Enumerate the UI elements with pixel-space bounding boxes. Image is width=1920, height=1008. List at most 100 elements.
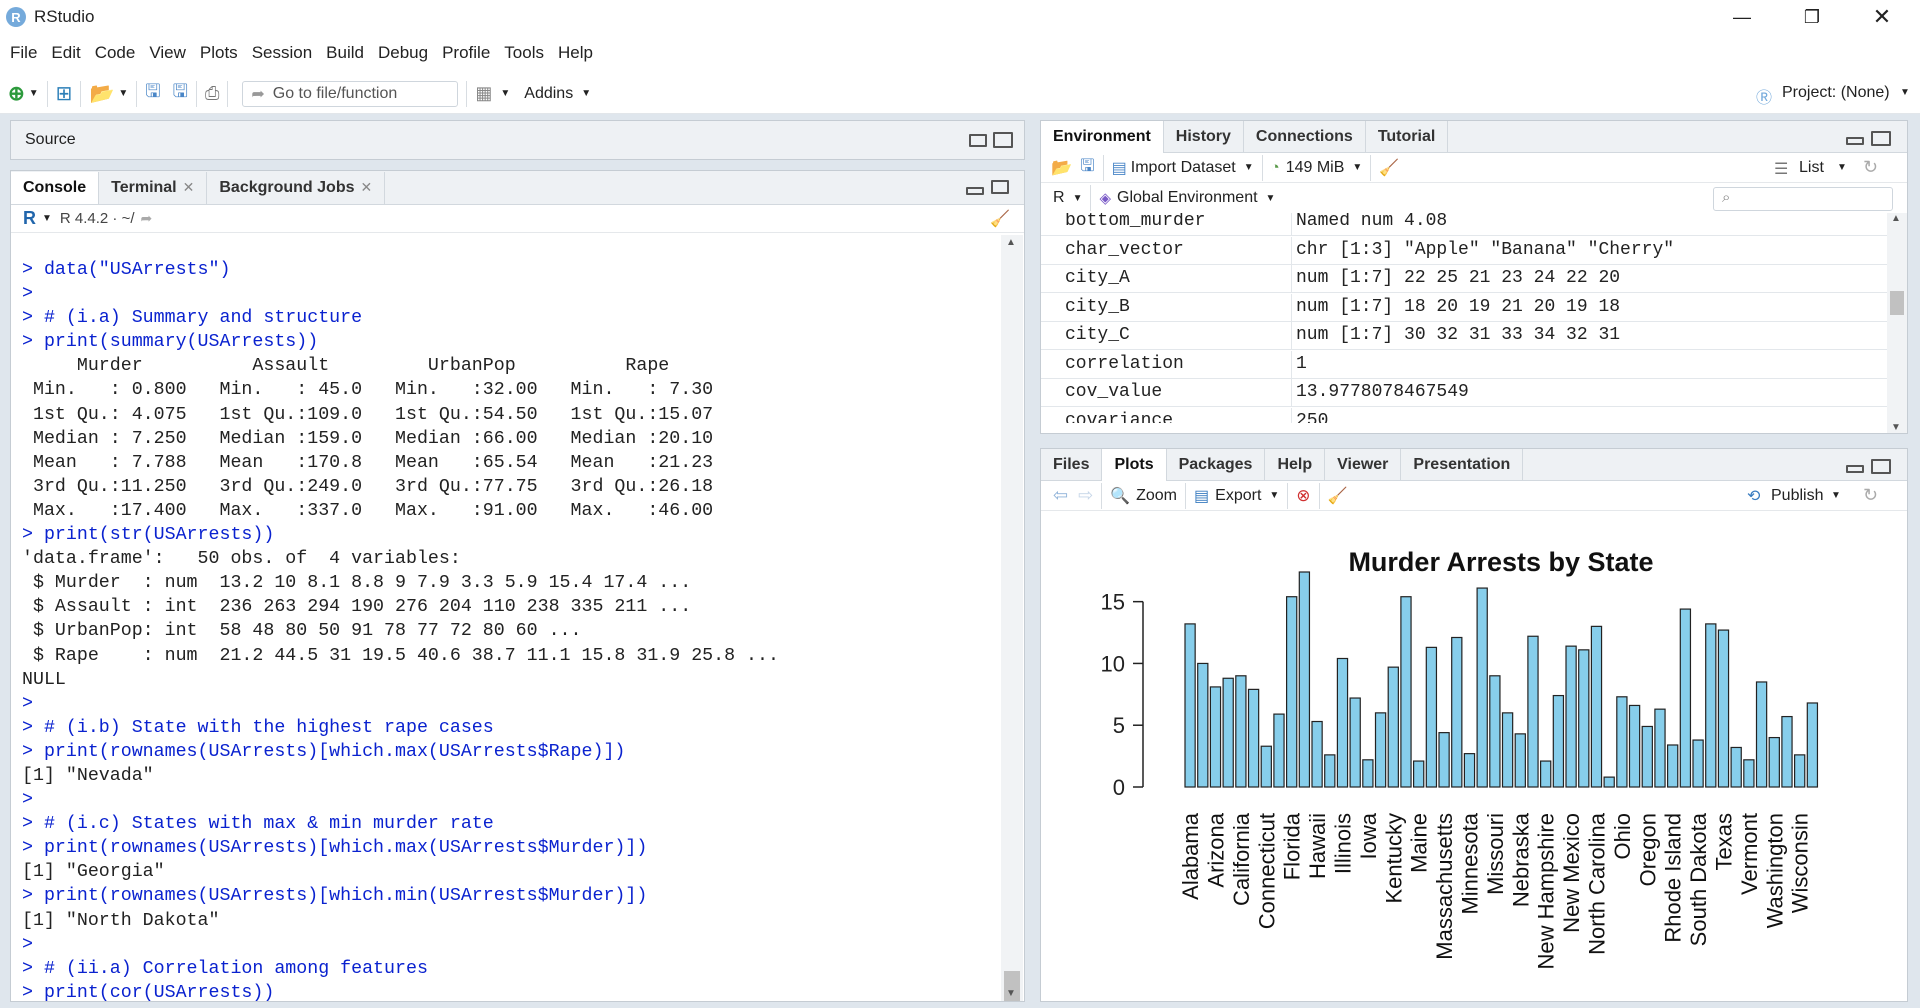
load-workspace-icon[interactable]: 📂 xyxy=(1051,158,1072,178)
export-button[interactable]: Export xyxy=(1215,487,1261,505)
goto-file-input[interactable]: ➦ Go to file/function xyxy=(242,80,459,107)
env-row[interactable]: city_A num [1:7] 22 25 21 23 24 22 20 xyxy=(1041,265,1887,293)
bar-wyoming xyxy=(1806,702,1819,788)
tab-background-jobs[interactable]: Background Jobs ✕ xyxy=(207,171,386,204)
tab-files[interactable]: Files xyxy=(1041,448,1103,481)
chevron-down-icon[interactable]: ▼ xyxy=(118,82,128,106)
menu-view[interactable]: View xyxy=(149,43,186,63)
import-dataset-button[interactable]: Import Dataset xyxy=(1131,159,1236,177)
tab-history[interactable]: History xyxy=(1164,120,1244,153)
chevron-down-icon[interactable]: ▼ xyxy=(1244,162,1254,173)
project-menu[interactable]: Project: (None) xyxy=(1782,84,1890,102)
tab-terminal[interactable]: Terminal ✕ xyxy=(99,171,208,204)
bar-virginia xyxy=(1755,681,1768,788)
chevron-down-icon[interactable]: ▼ xyxy=(1831,490,1841,501)
bar-maryland xyxy=(1425,646,1438,788)
broom-icon[interactable]: 🧹 xyxy=(1379,158,1399,178)
minimize-pane-icon[interactable] xyxy=(1846,465,1864,473)
close-tab-icon[interactable]: ✕ xyxy=(183,179,195,196)
env-row[interactable]: cov_value 13.9778078467549 xyxy=(1041,379,1887,407)
chevron-down-icon[interactable]: ▼ xyxy=(29,82,39,106)
console-line: > xyxy=(22,693,33,714)
minimize-pane-icon[interactable] xyxy=(1846,137,1864,145)
chevron-down-icon[interactable]: ▼ xyxy=(1837,162,1847,173)
publish-button[interactable]: Publish xyxy=(1771,487,1823,505)
refresh-icon[interactable]: ↻ xyxy=(1863,485,1878,506)
env-row[interactable]: bottom_murder Named num 4.08 xyxy=(1041,213,1887,236)
maximize-pane-icon[interactable] xyxy=(1871,131,1891,146)
view-mode-select[interactable]: List xyxy=(1799,159,1824,177)
tab-packages[interactable]: Packages xyxy=(1167,448,1266,481)
save-workspace-icon[interactable]: 🖫 xyxy=(1080,153,1094,182)
env-row[interactable]: correlation 1 xyxy=(1041,350,1887,379)
save-all-icon[interactable]: 🖫 xyxy=(173,81,188,106)
chevron-down-icon[interactable]: ▼ xyxy=(1266,193,1276,204)
tab-connections[interactable]: Connections xyxy=(1244,120,1366,153)
goto-dir-icon[interactable]: ➦ xyxy=(141,210,153,227)
chevron-down-icon[interactable]: ▼ xyxy=(42,213,52,224)
env-row[interactable]: char_vector chr [1:3] "Apple" "Banana" "C… xyxy=(1041,236,1887,265)
minimize-icon[interactable]: — xyxy=(1713,0,1771,34)
restore-pane-icon[interactable] xyxy=(991,180,1009,194)
save-icon[interactable]: 🖫 xyxy=(145,81,160,106)
chevron-down-icon[interactable]: ▼ xyxy=(1352,162,1362,173)
maximize-icon[interactable]: ❐ xyxy=(1783,0,1841,34)
tab-viewer[interactable]: Viewer xyxy=(1325,448,1402,481)
refresh-icon[interactable]: ↻ xyxy=(1863,157,1878,178)
broom-icon[interactable]: 🧹 xyxy=(990,209,1010,229)
broom-icon[interactable]: 🧹 xyxy=(1328,486,1348,506)
menu-plots[interactable]: Plots xyxy=(200,43,238,63)
menu-file[interactable]: File xyxy=(10,43,37,63)
forward-arrow-icon[interactable]: ⇨ xyxy=(1078,485,1093,506)
menu-debug[interactable]: Debug xyxy=(378,43,428,63)
console-line: Min. : 0.800 Min. : 45.0 Min. :32.00 Min… xyxy=(22,380,736,401)
close-tab-icon[interactable]: ✕ xyxy=(361,179,373,196)
tab-tutorial[interactable]: Tutorial xyxy=(1366,120,1449,153)
console-line: > xyxy=(22,284,33,305)
language-select[interactable]: R xyxy=(1053,189,1065,207)
tab-console[interactable]: Console xyxy=(11,171,100,204)
env-row[interactable]: city_B num [1:7] 18 20 19 21 20 19 18 xyxy=(1041,293,1887,322)
print-icon[interactable]: ⎙ xyxy=(205,82,219,106)
chevron-down-icon[interactable]: ▼ xyxy=(1269,490,1279,501)
new-file-icon[interactable]: ⊕ xyxy=(8,82,25,106)
zoom-button[interactable]: Zoom xyxy=(1136,487,1177,505)
grid-layout-icon[interactable]: ▦ xyxy=(475,82,492,106)
addins-menu[interactable]: Addins xyxy=(524,85,573,103)
back-arrow-icon[interactable]: ⇦ xyxy=(1053,485,1068,506)
tab-presentation[interactable]: Presentation xyxy=(1401,448,1524,481)
menu-session[interactable]: Session xyxy=(252,43,312,63)
minimize-pane-icon[interactable] xyxy=(966,187,984,195)
x-tick-label: New Hampshire xyxy=(1534,813,1559,970)
maximize-pane-icon[interactable] xyxy=(1871,459,1891,474)
chevron-down-icon[interactable]: ▼ xyxy=(581,82,591,106)
open-folder-icon[interactable]: 📂 xyxy=(89,82,114,106)
tab-environment[interactable]: Environment xyxy=(1041,120,1164,153)
scroll-thumb[interactable] xyxy=(1890,291,1904,315)
remove-plot-icon[interactable]: ⊗ xyxy=(1296,486,1310,506)
tab-help[interactable]: Help xyxy=(1265,448,1326,481)
env-row[interactable]: covariance 250 xyxy=(1041,407,1887,423)
menu-help[interactable]: Help xyxy=(558,43,593,63)
restore-icon[interactable] xyxy=(969,134,987,147)
new-project-icon[interactable]: ⊞ xyxy=(56,82,73,106)
scope-select[interactable]: Global Environment xyxy=(1117,189,1258,207)
menu-code[interactable]: Code xyxy=(95,43,136,63)
env-row[interactable]: city_C num [1:7] 30 32 31 33 34 32 31 xyxy=(1041,322,1887,350)
maximize-pane-icon[interactable] xyxy=(993,132,1013,148)
tab-plots[interactable]: Plots xyxy=(1102,448,1167,481)
menu-tools[interactable]: Tools xyxy=(504,43,544,63)
chevron-down-icon[interactable]: ▼ xyxy=(500,82,510,106)
console-line: > # (i.b) State with the highest rape ca… xyxy=(22,717,494,738)
environment-search-input[interactable]: ⌕ xyxy=(1713,187,1893,211)
menu-build[interactable]: Build xyxy=(326,43,364,63)
close-icon[interactable]: ✕ xyxy=(1853,0,1911,34)
menu-profile[interactable]: Profile xyxy=(442,43,490,63)
x-tick-label: Wisconsin xyxy=(1788,813,1813,913)
chevron-down-icon[interactable]: ▼ xyxy=(1073,193,1083,204)
console-output[interactable]: > data("USArrests") > > # (i.a) Summary an… xyxy=(22,258,1012,1005)
chevron-down-icon[interactable]: ▼ xyxy=(1900,87,1910,98)
menu-edit[interactable]: Edit xyxy=(51,43,80,63)
memory-usage[interactable]: 149 MiB xyxy=(1286,159,1345,177)
environment-scrollbar[interactable]: ▲ ▼ xyxy=(1887,213,1907,433)
